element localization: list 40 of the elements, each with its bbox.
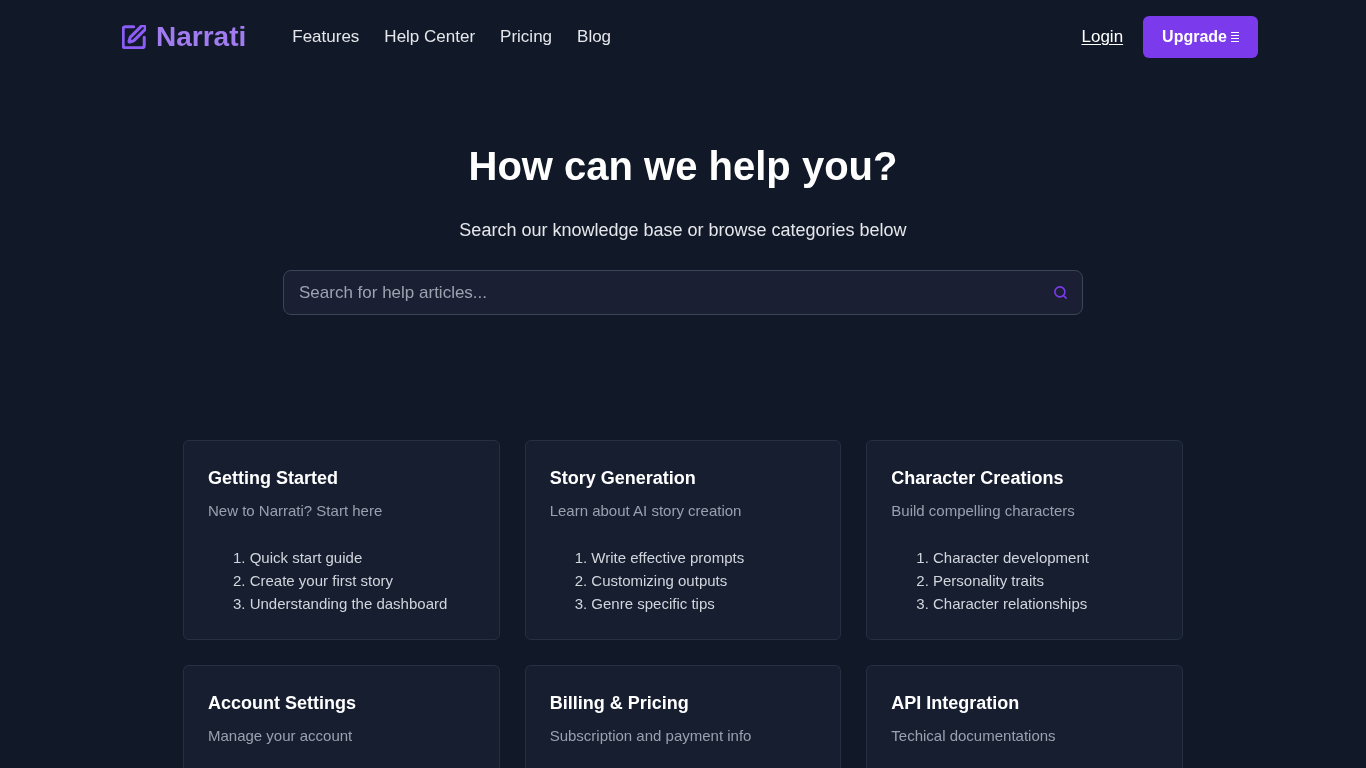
card-description: Subscription and payment info <box>549 726 753 746</box>
page-subtitle: Search our knowledge base or browse categories below <box>459 219 907 242</box>
article-link[interactable]: 1. Character development <box>916 546 1089 569</box>
nav-link[interactable]: Pricing <box>500 24 553 50</box>
category-card[interactable]: API Integration Techical documentations <box>866 665 1183 768</box>
card-description: Build compelling characters <box>891 501 1076 521</box>
card-title: Getting Started <box>208 467 339 490</box>
edit-icon[interactable] <box>122 25 146 49</box>
logo-text[interactable]: Narrati <box>156 20 247 54</box>
page-heading: How can we help you? <box>468 143 898 190</box>
article-link[interactable]: 2. Create your first story <box>233 569 394 592</box>
card-title: Story Generation <box>549 467 697 490</box>
card-description: New to Narrati? Start here <box>208 501 384 521</box>
category-card[interactable]: Billing & Pricing Subscription and payment info <box>524 665 842 768</box>
card-title: Character Creations <box>891 467 1065 490</box>
login-link[interactable]: Login <box>1081 24 1124 50</box>
search-field[interactable]: Search for help articles... <box>283 270 1083 315</box>
article-link[interactable]: 2. Personality traits <box>916 569 1044 592</box>
article-link[interactable]: 2. Customizing outputs <box>574 569 728 592</box>
card-title: API Integration <box>891 692 1021 715</box>
category-card[interactable]: Character Creations Build compelling characters 1. Character development 2. Personality traits 3. Character relationships <box>866 440 1183 640</box>
category-card[interactable]: Account Settings Manage your account <box>183 665 500 768</box>
category-card[interactable]: Story Generation Learn about AI story creation 1. Write effective prompts 2. Customizing outputs 3. Genre specific tips <box>524 440 842 640</box>
card-description: Techical documentations <box>891 726 1057 746</box>
article-link[interactable]: 3. Understanding the dashboard <box>233 592 448 615</box>
search-icon[interactable] <box>1053 285 1068 300</box>
lines-icon <box>1231 31 1239 43</box>
card-description: Manage your account <box>208 726 354 746</box>
nav-link[interactable]: Blog <box>577 24 612 50</box>
article-link[interactable]: 3. Character relationships <box>916 592 1088 615</box>
card-description: Learn about AI story creation <box>549 501 743 521</box>
article-link[interactable]: 1. Quick start guide <box>233 546 363 569</box>
card-title: Billing & Pricing <box>549 692 690 715</box>
article-link[interactable]: 1. Write effective prompts <box>574 546 745 569</box>
article-link[interactable]: 3. Genre specific tips <box>574 592 715 615</box>
nav-link[interactable]: Features <box>292 24 360 50</box>
nav-link[interactable]: Help Center <box>384 24 476 50</box>
upgrade-button[interactable]: Upgrade <box>1143 16 1258 58</box>
card-title: Account Settings <box>208 692 357 715</box>
category-card[interactable]: Getting Started New to Narrati? Start here 1. Quick start guide 2. Create your first story 3. Understanding the dashboard <box>183 440 500 640</box>
